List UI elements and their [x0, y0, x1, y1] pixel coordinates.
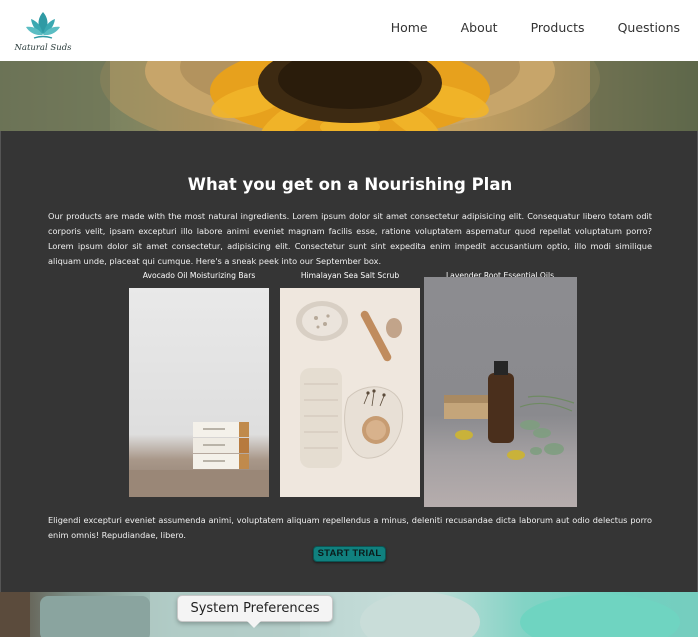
nourishing-plan-section: What you get on a Nourishing Plan Our pr… [0, 131, 698, 592]
tooltip-arrow [247, 621, 261, 628]
nav-home-link[interactable]: Home [391, 20, 428, 35]
site-header: Natural Suds Home About Products Questio… [0, 0, 698, 61]
sunflower-hat-image [0, 61, 698, 132]
nav-products-link[interactable]: Products [531, 20, 585, 35]
logo-text: Natural Suds [14, 43, 72, 53]
bottom-image [0, 592, 698, 637]
nav-about-link[interactable]: About [461, 20, 498, 35]
main-nav: Home About Products Questions [358, 20, 680, 35]
system-preferences-tooltip: System Preferences [177, 595, 333, 622]
outro-paragraph: Eligendi excepturi eveniet assumenda ani… [48, 515, 652, 540]
intro-paragraph: Our products are made with the most natu… [48, 211, 652, 266]
hero-image [0, 61, 698, 132]
product-photo-salt-scrub [280, 288, 420, 497]
lotus-icon [26, 12, 60, 39]
product-photo-soap-bars [129, 288, 269, 497]
section-title: What you get on a Nourishing Plan [187, 175, 513, 194]
site-logo[interactable]: Natural Suds [12, 10, 74, 56]
start-trial-button[interactable]: START TRIAL [313, 546, 386, 562]
product-photo-essential-oils [424, 277, 577, 507]
nav-questions-link[interactable]: Questions [618, 20, 680, 35]
